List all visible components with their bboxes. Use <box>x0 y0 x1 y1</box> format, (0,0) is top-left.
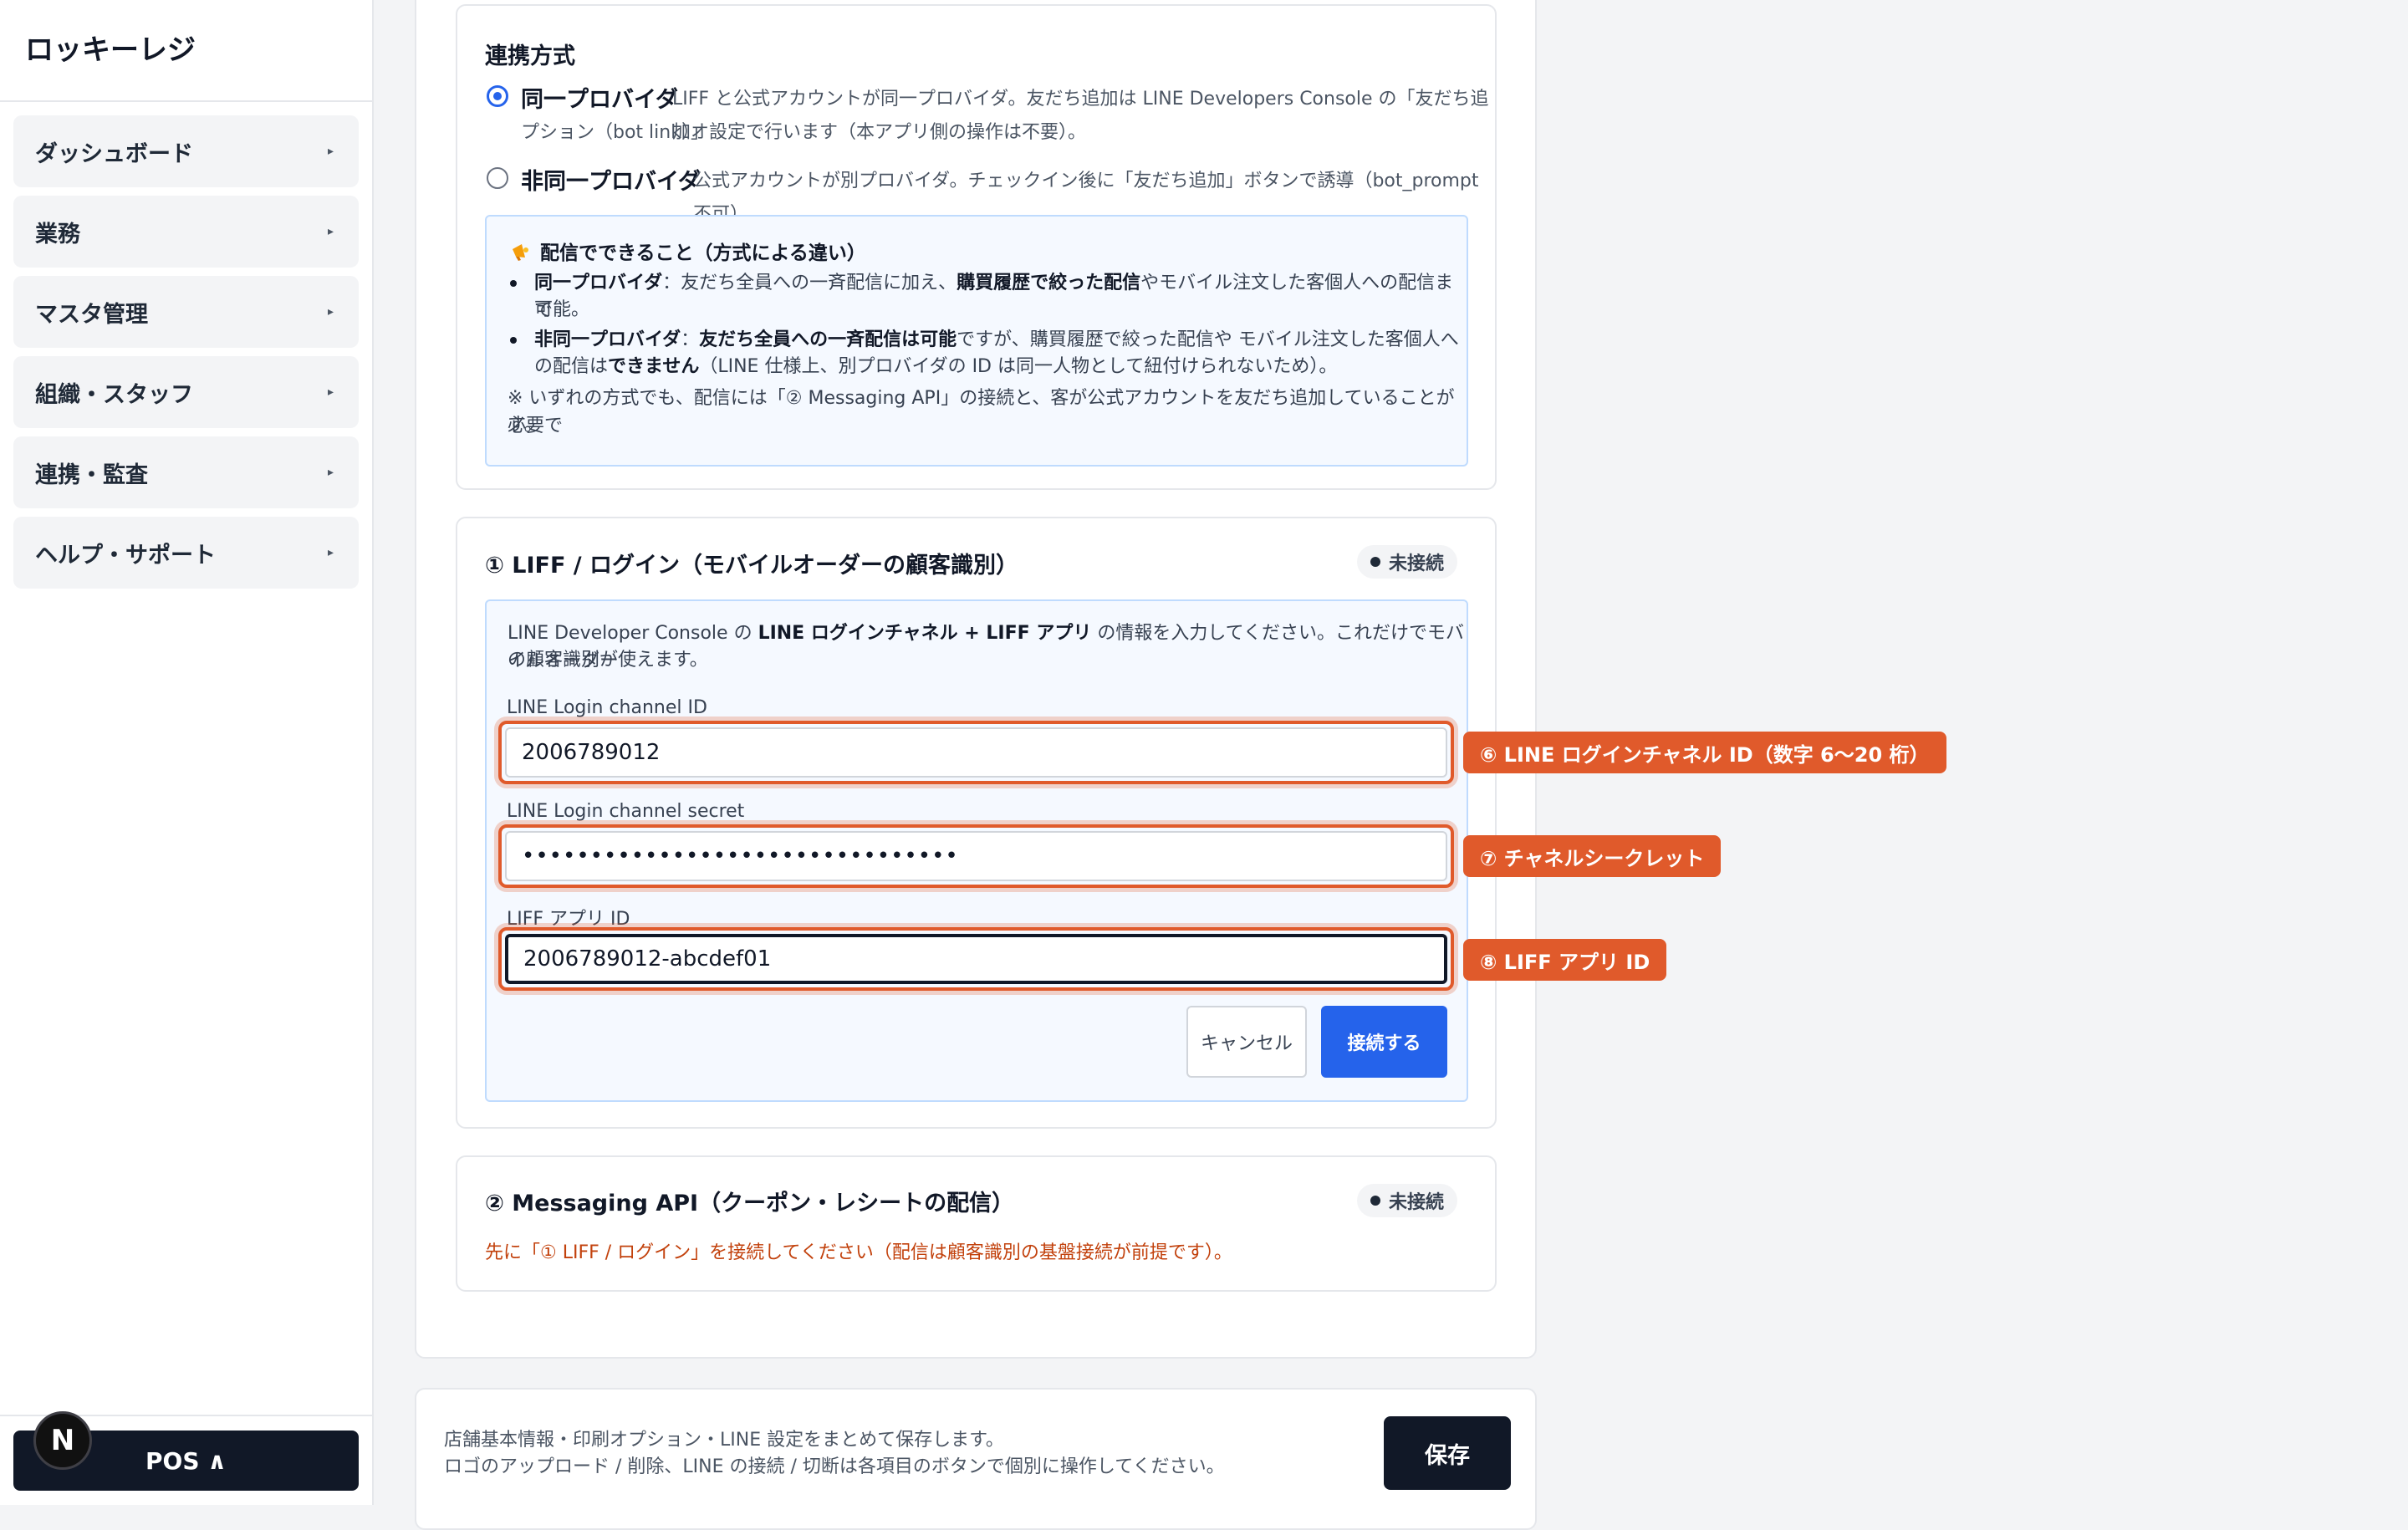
sidebar-item-integration[interactable]: 連携・監査 ▸ <box>13 436 359 508</box>
footer-text: 店舗基本情報・印刷オプション・LINE 設定をまとめて保存します。 <box>444 1430 1004 1451</box>
brand-title: ロッキーレジ <box>25 33 196 67</box>
callout-channel-secret: ⑦ チャネルシークレット <box>1463 835 1722 877</box>
info-box: 配信でできること（方式による違い） 同一プロバイダ：友だち全員への一斉配信に加え… <box>485 215 1468 467</box>
radio-same-provider[interactable] <box>487 85 508 107</box>
connection-method-card: 連携方式 同一プロバイダ LIFF と公式アカウントが同一プロバイダ。友だち追加… <box>456 4 1497 490</box>
section-title: 連携方式 <box>485 43 575 69</box>
option-label: 同一プロバイダ <box>521 87 678 113</box>
sidebar-item-label: 組織・スタッフ <box>35 381 193 408</box>
liff-app-id-input[interactable]: 2006789012-abcdef01 <box>505 934 1447 984</box>
messaging-api-card: ② Messaging API（クーポン・レシートの配信） 未接続 先に「① L… <box>456 1155 1497 1292</box>
nextjs-dev-icon[interactable]: N <box>33 1411 92 1470</box>
status-dot-icon <box>1370 557 1380 567</box>
megaphone-icon <box>513 244 528 261</box>
channel-id-input[interactable]: 2006789012 <box>505 727 1447 778</box>
info-line: 同一プロバイダ：友だち全員への一斉配信に加え、購買履歴で絞った配信やモバイル注文… <box>534 273 1454 321</box>
warning-text: 先に「① LIFF / ログイン」を接続してください（配信は顧客識別の基盤接続が… <box>485 1242 1232 1263</box>
chevron-right-icon: ▸ <box>327 145 334 158</box>
chevron-right-icon: ▸ <box>327 466 334 479</box>
field-label: LINE Login channel ID <box>507 697 707 718</box>
section-title: ② Messaging API（クーポン・レシートの配信） <box>485 1191 1015 1216</box>
liff-intro: の顧客識別が使えます。 <box>508 650 708 671</box>
save-bar: 店舗基本情報・印刷オプション・LINE 設定をまとめて保存します。 ロゴのアップ… <box>415 1388 1537 1530</box>
info-title: 配信でできること（方式による違い） <box>540 242 866 264</box>
bullet <box>510 337 517 344</box>
sidebar-item-label: マスタ管理 <box>35 301 148 328</box>
callout-liff-app-id: ⑧ LIFF アプリ ID <box>1463 939 1667 981</box>
sidebar-item-label: 業務 <box>35 221 80 247</box>
radio-different-provider[interactable] <box>487 167 508 189</box>
connect-button[interactable]: 接続する <box>1321 1006 1447 1078</box>
sidebar-item-operations[interactable]: 業務 ▸ <box>13 196 359 268</box>
footer-text: ロゴのアップロード / 削除、LINE の接続 / 切断は各項目のボタンで個別に… <box>444 1456 1225 1477</box>
save-button[interactable]: 保存 <box>1384 1416 1511 1490</box>
info-note: ※ いずれの方式でも、配信には「② Messaging API」の接続と、客が公… <box>508 388 1455 436</box>
sidebar-item-label: 連携・監査 <box>35 462 148 488</box>
chevron-right-icon: ▸ <box>327 546 334 559</box>
sidebar-item-master[interactable]: マスタ管理 ▸ <box>13 276 359 348</box>
sidebar-item-label: ヘルプ・サポート <box>35 542 216 569</box>
option-label: 非同一プロバイダ <box>521 169 701 195</box>
sidebar-item-organization[interactable]: 組織・スタッフ ▸ <box>13 356 359 428</box>
info-line: 可能。 <box>534 299 590 320</box>
sidebar-item-label: ダッシュボード <box>35 140 193 167</box>
callout-channel-id: ⑥ LINE ログインチャネル ID（数字 6〜20 桁） <box>1463 732 1946 773</box>
status-badge: 未接続 <box>1357 1184 1458 1217</box>
chevron-right-icon: ▸ <box>327 385 334 399</box>
info-line: の配信はできません（LINE 仕様上、別プロバイダの ID は同一人物として紐付… <box>534 356 1338 377</box>
sidebar-item-help[interactable]: ヘルプ・サポート ▸ <box>13 517 359 589</box>
option-description: プション（bot link）」設定で行います（本アプリ側の操作は不要）。 <box>521 122 1086 143</box>
info-note: す。 <box>508 415 543 436</box>
bullet <box>510 280 517 287</box>
section-title: ① LIFF / ログイン（モバイルオーダーの顧客識別） <box>485 553 1019 579</box>
sidebar-nav: ダッシュボード ▸ 業務 ▸ マスタ管理 ▸ 組織・スタッフ ▸ 連携・監査 ▸… <box>13 115 359 597</box>
status-dot-icon <box>1370 1196 1380 1206</box>
cancel-button[interactable]: キャンセル <box>1186 1006 1307 1078</box>
chevron-right-icon: ▸ <box>327 305 334 319</box>
chevron-right-icon: ▸ <box>327 225 334 238</box>
field-label: LINE Login channel secret <box>507 801 745 822</box>
divider <box>0 100 372 102</box>
status-label: 未接続 <box>1389 1192 1445 1213</box>
sidebar-item-dashboard[interactable]: ダッシュボード ▸ <box>13 115 359 187</box>
status-badge: 未接続 <box>1357 545 1458 579</box>
status-label: 未接続 <box>1389 553 1445 574</box>
info-line: 非同一プロバイダ：友だち全員への一斉配信は可能ですが、購買履歴で絞った配信や モ… <box>534 329 1459 350</box>
channel-secret-input[interactable]: •••••••••••••••••••••••••••••••• <box>505 831 1447 881</box>
sidebar: ロッキーレジ ダッシュボード ▸ 業務 ▸ マスタ管理 ▸ 組織・スタッフ ▸ … <box>0 0 374 1505</box>
